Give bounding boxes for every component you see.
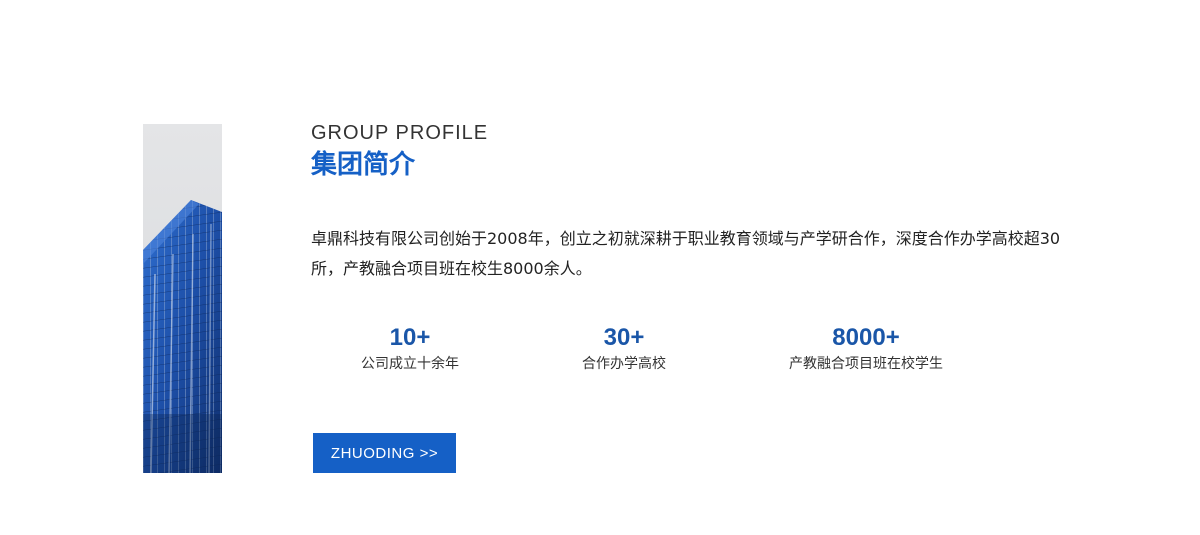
stats-row: 10+ 公司成立十余年 30+ 合作办学高校 8000+ 产教融合项目班在校学生 — [311, 324, 1071, 384]
stat-label: 合作办学高校 — [582, 356, 666, 372]
stat-label: 公司成立十余年 — [361, 356, 459, 372]
stat-students: 8000+ 产教融合项目班在校学生 — [771, 324, 961, 374]
zhuoding-more-button[interactable]: ZHUODING >> — [313, 433, 456, 473]
company-description: 卓鼎科技有限公司创始于2008年，创立之初就深耕于职业教育领域与产学研合作，深度… — [311, 229, 1061, 278]
stat-value: 30+ — [603, 324, 645, 351]
profile-content: GROUP PROFILE 集团简介 卓鼎科技有限公司创始于2008年，创立之初… — [311, 120, 1071, 473]
stat-years: 10+ 公司成立十余年 — [345, 324, 475, 374]
section-subtitle: GROUP PROFILE — [311, 122, 489, 144]
stat-value: 8000+ — [832, 324, 900, 351]
section-title: 集团简介 — [311, 150, 416, 180]
stat-universities: 30+ 合作办学高校 — [559, 324, 689, 374]
building-image — [143, 124, 222, 473]
building-illustration — [143, 124, 222, 473]
stat-label: 产教融合项目班在校学生 — [789, 356, 943, 372]
group-profile-section: GROUP PROFILE 集团简介 卓鼎科技有限公司创始于2008年，创立之初… — [0, 0, 1200, 535]
stat-value: 10+ — [389, 324, 431, 351]
